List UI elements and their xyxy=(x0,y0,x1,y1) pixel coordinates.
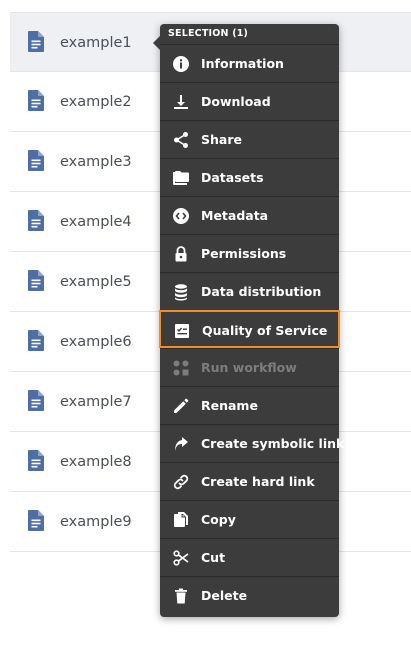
qos-icon xyxy=(175,324,189,338)
menu-item-copy[interactable]: Copy xyxy=(160,500,339,538)
menu-item-label: Permissions xyxy=(201,246,287,261)
menu-item-label: Delete xyxy=(201,588,248,603)
menu-item-create-hard-link[interactable]: Create hard link xyxy=(160,462,339,500)
file-name: example3 xyxy=(60,154,132,170)
menu-item-label: Share xyxy=(201,132,242,147)
menu-item-delete[interactable]: Delete xyxy=(160,576,339,614)
menu-item-create-symbolic-link[interactable]: Create symbolic link xyxy=(160,424,344,462)
menu-item-cut[interactable]: Cut xyxy=(160,538,339,576)
menu-item-information[interactable]: Information xyxy=(160,44,339,82)
menu-header: SELECTION (1) xyxy=(168,28,249,39)
context-menu: SELECTION (1) Information Download Share… xyxy=(153,24,344,617)
metadata-icon xyxy=(173,208,189,224)
file-name: example8 xyxy=(60,454,132,470)
menu-item-label: Data distribution xyxy=(201,284,322,299)
trash-icon xyxy=(175,588,187,604)
file-icon xyxy=(28,210,44,231)
pencil-icon xyxy=(174,398,189,413)
file-name: example1 xyxy=(60,35,132,51)
menu-item-label: Rename xyxy=(201,398,258,413)
menu-item-download[interactable]: Download xyxy=(160,82,339,120)
copy-icon xyxy=(174,512,188,527)
menu-item-label: Create symbolic link xyxy=(201,436,345,451)
menu-item-data-distribution[interactable]: Data distribution xyxy=(160,272,339,310)
file-icon xyxy=(28,330,44,351)
menu-item-datasets[interactable]: Datasets xyxy=(160,158,339,196)
menu-item-label: Copy xyxy=(201,512,236,527)
menu-item-label: Download xyxy=(201,94,271,109)
file-icon xyxy=(28,390,44,411)
menu-item-run-workflow: Run workflow xyxy=(160,348,339,386)
menu-item-label: Information xyxy=(201,56,284,71)
hardlink-icon xyxy=(173,474,189,490)
menu-item-rename[interactable]: Rename xyxy=(160,386,339,424)
file-icon xyxy=(28,90,44,111)
lock-icon xyxy=(175,246,187,262)
menu-item-label: Cut xyxy=(201,550,226,565)
info-icon xyxy=(173,56,189,72)
share-icon xyxy=(174,132,188,148)
menu-item-label: Create hard link xyxy=(201,474,315,489)
menu-item-share[interactable]: Share xyxy=(160,120,339,158)
file-icon xyxy=(28,270,44,291)
file-name: example9 xyxy=(60,514,132,530)
file-name: example4 xyxy=(60,214,132,230)
symlink-icon xyxy=(175,437,188,451)
menu-item-label: Datasets xyxy=(201,170,264,185)
file-icon xyxy=(28,450,44,471)
scissors-icon xyxy=(173,550,189,566)
file-name: example7 xyxy=(60,394,132,410)
file-name: example5 xyxy=(60,274,132,290)
menu-pointer-arrow xyxy=(153,36,160,50)
download-icon xyxy=(174,95,188,109)
file-name: example2 xyxy=(60,94,132,110)
menu-item-quality-of-service[interactable]: Quality of Service xyxy=(159,310,340,348)
file-icon xyxy=(28,31,44,52)
menu-item-permissions[interactable]: Permissions xyxy=(160,234,339,272)
file-icon xyxy=(28,510,44,531)
datasets-icon xyxy=(173,171,189,185)
menu-item-metadata[interactable]: Metadata xyxy=(160,196,339,234)
menu-item-label: Quality of Service xyxy=(202,323,328,338)
menu-item-label: Run workflow xyxy=(201,360,297,375)
database-icon xyxy=(175,284,187,301)
file-icon xyxy=(28,150,44,171)
file-name: example6 xyxy=(60,334,132,350)
workflow-icon xyxy=(173,360,189,376)
menu-item-label: Metadata xyxy=(201,208,269,223)
